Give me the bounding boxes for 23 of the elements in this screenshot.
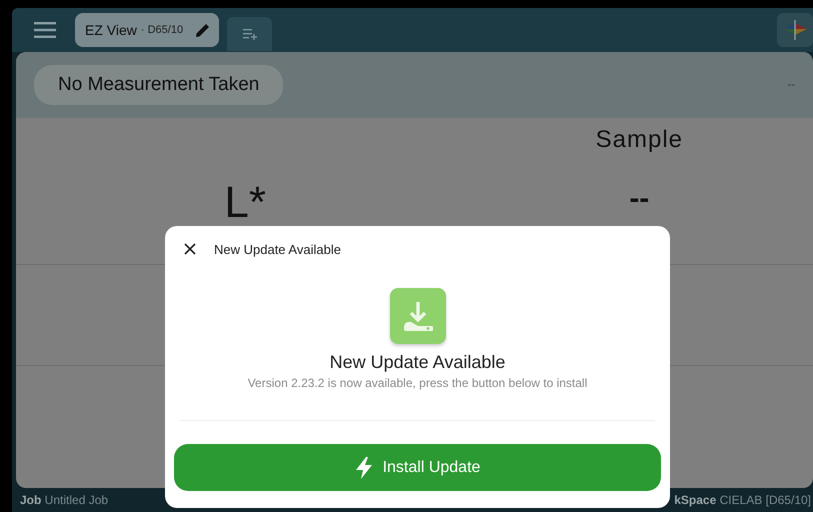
pencil-icon[interactable] [195,22,212,38]
dialog-message: Version 2.23.2 is now available, press the button below to install [248,376,588,390]
close-icon[interactable] [184,243,196,255]
job-status: Job Untitled Job [20,493,108,507]
install-update-button[interactable]: Install Update [174,444,661,491]
color-diamond-icon [782,20,808,40]
value-cell: -- [629,182,650,216]
add-list-icon [242,28,257,40]
row-label: L* [224,178,267,228]
dialog-heading: New Update Available [330,352,506,373]
column-header: Sample [596,126,683,154]
instrument-button[interactable] [777,13,813,47]
status-value: -- [788,79,795,91]
menu-icon[interactable] [34,22,56,38]
lightning-icon [354,456,373,478]
illuminant-label: · D65/10 [140,24,184,36]
tab-label: EZ View [85,22,137,38]
add-view-tab[interactable] [227,17,272,51]
view-tab[interactable]: EZ View · D65/10 [75,13,220,47]
status-chip: No Measurement Taken [34,65,284,105]
workspace-status: kSpace CIELAB [D65/10] [674,493,812,507]
dialog-title: New Update Available [214,242,341,256]
download-icon [390,288,446,344]
